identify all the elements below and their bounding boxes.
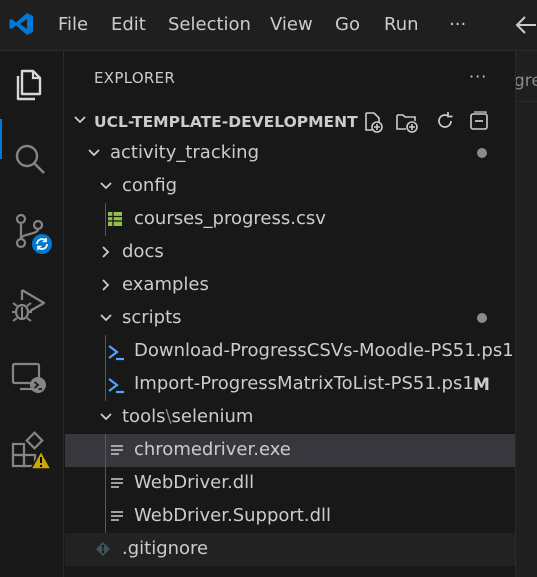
- tree-folder-tools-selenium[interactable]: tools\selenium: [65, 401, 515, 434]
- source-control-icon[interactable]: [10, 211, 52, 254]
- tree-folder-scripts[interactable]: scripts: [65, 302, 515, 335]
- tree-file-chromedriver[interactable]: chromedriver.exe: [65, 434, 515, 467]
- file-label: courses_progress.csv: [134, 208, 326, 229]
- run-debug-icon[interactable]: [10, 285, 50, 325]
- activity-bar: [0, 51, 64, 577]
- sync-badge-icon: [32, 234, 52, 254]
- search-icon[interactable]: [10, 139, 50, 179]
- collapse-all-icon[interactable]: [469, 111, 489, 131]
- generic-file-icon: [110, 444, 124, 458]
- file-label: Import-ProgressMatrixToList-PS51.ps1: [134, 373, 474, 394]
- arrow-left-icon[interactable]: [514, 14, 537, 36]
- tree-file-import-progress-ps1[interactable]: Import-ProgressMatrixToList-PS51.ps1 M: [65, 368, 515, 401]
- generic-file-icon: [110, 510, 124, 524]
- remote-explorer-icon[interactable]: [10, 358, 50, 398]
- file-label: WebDriver.Support.dll: [134, 505, 332, 526]
- file-label: WebDriver.dll: [134, 472, 255, 493]
- folder-label: activity_tracking: [110, 142, 259, 163]
- folder-label: scripts: [122, 307, 182, 328]
- folder-selenium: selenium: [171, 406, 254, 427]
- chevron-down-icon: [99, 179, 113, 193]
- folder-tools: tools: [122, 406, 166, 427]
- chevron-right-icon: [99, 245, 113, 259]
- new-folder-icon[interactable]: [395, 111, 419, 133]
- csv-file-icon: [107, 211, 123, 227]
- modified-indicator: [477, 148, 487, 158]
- tree-file-gitignore[interactable]: .gitignore: [65, 533, 515, 566]
- menu-selection[interactable]: Selection: [168, 13, 251, 37]
- indent-guide: [105, 203, 106, 236]
- menu-more[interactable]: ···: [449, 13, 466, 37]
- generic-file-icon: [110, 477, 124, 491]
- tree-file-webdriver-dll[interactable]: WebDriver.dll: [65, 467, 515, 500]
- tab-strip: [516, 51, 537, 102]
- workspace-root-label: UCL-TEMPLATE-DEVELOPMENT: [94, 113, 358, 131]
- tree-folder-docs[interactable]: docs: [65, 236, 515, 269]
- active-indicator: [0, 119, 2, 159]
- tree-folder-activity-tracking[interactable]: activity_tracking: [65, 137, 515, 170]
- tree-file-download-progress-ps1[interactable]: Download-ProgressCSVs-Moodle-PS51.ps1: [65, 335, 515, 368]
- file-label: Download-ProgressCSVs-Moodle-PS51.ps1: [134, 340, 514, 361]
- files-icon[interactable]: [10, 65, 50, 105]
- folder-path-label: tools\selenium: [122, 406, 253, 428]
- more-actions-button[interactable]: ···: [469, 67, 487, 86]
- vscode-logo-icon[interactable]: [8, 11, 34, 37]
- indent-guide: [105, 434, 106, 533]
- refresh-icon[interactable]: [435, 111, 455, 131]
- warning-badge-icon: [30, 450, 52, 470]
- folder-label: config: [122, 175, 178, 196]
- menu-view[interactable]: View: [270, 13, 313, 37]
- chevron-down-icon: [87, 146, 101, 160]
- tree-folder-examples[interactable]: examples: [65, 269, 515, 302]
- explorer-sidebar: EXPLORER ··· UCL-TEMPLATE-DEVELOPMENT ac…: [65, 51, 515, 577]
- indent-guide: [105, 335, 106, 401]
- file-label: chromedriver.exe: [134, 439, 291, 460]
- tree-folder-config[interactable]: config: [65, 170, 515, 203]
- workspace-root-row[interactable]: UCL-TEMPLATE-DEVELOPMENT: [65, 104, 515, 137]
- chevron-right-icon: [99, 278, 113, 292]
- folder-label: examples: [122, 274, 209, 295]
- git-file-icon: [95, 541, 111, 557]
- sidebar-title: EXPLORER: [94, 69, 176, 87]
- extensions-icon[interactable]: [10, 431, 52, 471]
- git-status-badge: M: [473, 375, 490, 395]
- tree-file-courses-progress-csv[interactable]: courses_progress.csv: [65, 203, 515, 236]
- new-file-icon[interactable]: [362, 111, 384, 133]
- editor-area: gre: [515, 51, 537, 577]
- menu-run[interactable]: Run: [384, 13, 419, 37]
- powershell-file-icon: [107, 343, 125, 361]
- folder-label: docs: [122, 241, 164, 262]
- powershell-file-icon: [107, 376, 125, 394]
- file-label: .gitignore: [122, 538, 209, 559]
- chevron-down-icon: [99, 410, 113, 424]
- tree-file-webdriver-support-dll[interactable]: WebDriver.Support.dll: [65, 500, 515, 533]
- title-bar: File Edit Selection View Go Run ···: [0, 0, 537, 51]
- menu-edit[interactable]: Edit: [111, 13, 146, 37]
- menu-go[interactable]: Go: [335, 13, 360, 37]
- chevron-down-icon: [99, 311, 113, 325]
- chevron-down-icon: [73, 113, 87, 127]
- modified-indicator: [477, 313, 487, 323]
- menu-file[interactable]: File: [58, 13, 88, 37]
